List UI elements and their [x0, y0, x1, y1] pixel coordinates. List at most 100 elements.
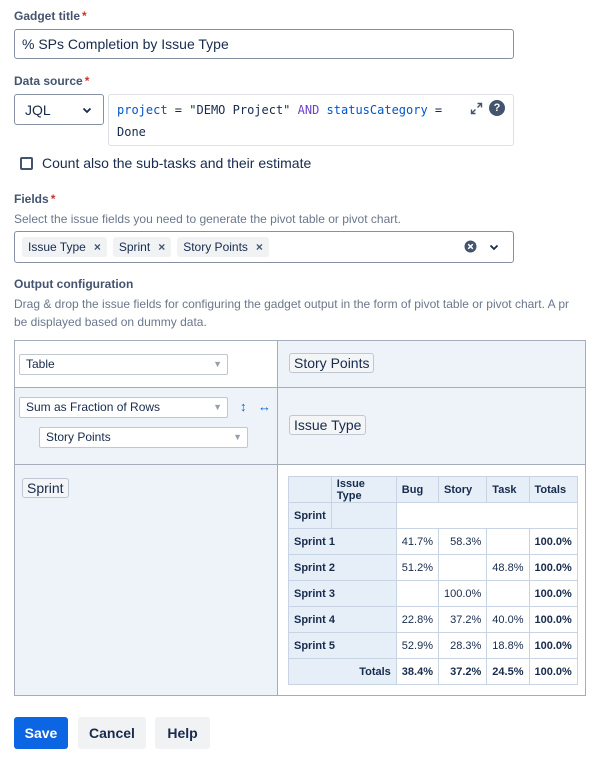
remove-tag-icon[interactable]: ×: [94, 240, 101, 254]
col-total-cell: 37.2%: [437, 658, 488, 685]
corner-cell: [288, 476, 332, 503]
row-axis-label: Sprint: [288, 502, 332, 529]
row-header: Sprint 2: [288, 554, 397, 581]
jql-token: "DEMO Project": [189, 103, 291, 117]
expand-icon[interactable]: [470, 102, 483, 115]
table-cell: 48.8%: [486, 554, 530, 581]
field-tag-sprint: Sprint ×: [112, 237, 172, 257]
table-cell: 52.9%: [395, 632, 439, 659]
aggregator-field-select[interactable]: Story Points ▼: [39, 427, 248, 448]
table-cell: 22.8%: [395, 606, 439, 633]
fields-help-text: Select the issue fields you need to gene…: [14, 212, 401, 226]
col-sort-icon[interactable]: ↔: [258, 399, 271, 414]
col-total-cell: 24.5%: [486, 658, 530, 685]
row-total-cell: 100.0%: [528, 580, 578, 607]
field-tag-label: Issue Type: [28, 240, 86, 254]
row-header: Sprint 3: [288, 580, 397, 607]
renderer-select[interactable]: Table ▼: [19, 354, 228, 375]
jql-query-editor[interactable]: project = "DEMO Project" AND statusCateg…: [108, 94, 514, 146]
gadget-title-value: % SPs Completion by Issue Type: [22, 36, 229, 52]
table-cell: [437, 554, 488, 581]
data-source-type-value: JQL: [25, 101, 51, 118]
table-cell: 100.0%: [437, 580, 488, 607]
jql-token: project: [117, 103, 168, 117]
field-tag-story-points: Story Points ×: [177, 237, 269, 257]
col-total-cell: 38.4%: [395, 658, 439, 685]
chevron-down-icon: [82, 107, 92, 113]
totals-row: Totals 38.4% 37.2% 24.5% 100.0%: [288, 658, 578, 685]
table-cell: [486, 528, 530, 555]
data-source-type-select[interactable]: JQL: [14, 94, 104, 125]
row-axis-field-pill[interactable]: Issue Type: [289, 415, 367, 435]
pill-label: Story Points: [289, 353, 375, 373]
dropdown-arrow-icon: ▼: [213, 359, 222, 369]
jql-token: =: [167, 103, 190, 117]
col-axis-label: Issue Type: [330, 476, 397, 503]
jql-token: =: [427, 103, 443, 117]
row-total-cell: 100.0%: [528, 632, 578, 659]
pivot-table: Issue Type Bug Story Task Totals Sprint …: [288, 476, 578, 685]
table-row: Sprint 3 100.0% 100.0%: [288, 580, 578, 607]
jql-token: Done: [117, 125, 146, 139]
table-cell: 41.7%: [395, 528, 439, 555]
totals-label: Totals: [288, 658, 397, 685]
table-cell: 51.2%: [395, 554, 439, 581]
pivot-table-container: Issue Type Bug Story Task Totals Sprint …: [288, 476, 578, 685]
aggregator-field-value: Story Points: [46, 430, 111, 444]
pill-label: Sprint: [22, 478, 69, 498]
clear-icon[interactable]: [464, 240, 477, 253]
pill-label: Issue Type: [289, 415, 367, 435]
row-header: Sprint 1: [288, 528, 397, 555]
column-field-pill[interactable]: Story Points: [289, 353, 375, 373]
table-row: Sprint 5 52.9% 28.3% 18.8% 100.0%: [288, 632, 578, 659]
col-header: Story: [437, 476, 488, 503]
subtasks-checkbox[interactable]: [20, 157, 33, 170]
row-total-cell: 100.0%: [528, 554, 578, 581]
fields-multiselect[interactable]: Issue Type × Sprint × Story Points ×: [14, 231, 514, 263]
row-total-cell: 100.0%: [528, 528, 578, 555]
row-fields-area[interactable]: [15, 465, 277, 695]
pivot-config-panel: Table ▼ Story Points Sum as Fraction of …: [14, 340, 586, 696]
output-config-label: Output configuration: [14, 277, 134, 291]
remove-tag-icon[interactable]: ×: [256, 240, 263, 254]
aggregator-select[interactable]: Sum as Fraction of Rows ▼: [19, 397, 228, 418]
subtasks-label: Count also the sub-tasks and their estim…: [42, 155, 312, 171]
field-tag-issue-type: Issue Type ×: [22, 237, 107, 257]
col-header: Task: [486, 476, 530, 503]
gadget-title-label: Gadget title *: [14, 9, 87, 23]
row-header: Sprint 4: [288, 606, 397, 633]
table-header-row: Sprint: [288, 502, 578, 529]
save-button[interactable]: Save: [14, 717, 68, 749]
table-row: Sprint 2 51.2% 48.8% 100.0%: [288, 554, 578, 581]
dropdown-arrow-icon: ▼: [233, 432, 242, 442]
table-row: Sprint 1 41.7% 58.3% 100.0%: [288, 528, 578, 555]
row-sort-icon[interactable]: ↕: [240, 399, 247, 414]
table-cell: [395, 580, 439, 607]
renderer-value: Table: [26, 357, 55, 371]
aggregator-value: Sum as Fraction of Rows: [26, 400, 161, 414]
table-row: Sprint 4 22.8% 37.2% 40.0% 100.0%: [288, 606, 578, 633]
row-field-pill[interactable]: Sprint: [22, 478, 69, 498]
jql-token: AND: [290, 103, 327, 117]
output-help-line2: be displayed based on dummy data.: [14, 315, 207, 329]
gadget-title-input[interactable]: % SPs Completion by Issue Type: [14, 29, 514, 59]
field-tag-label: Sprint: [118, 240, 151, 254]
grand-total-cell: 100.0%: [528, 658, 578, 685]
remove-tag-icon[interactable]: ×: [158, 240, 165, 254]
table-cell: [486, 580, 530, 607]
chevron-down-icon[interactable]: [488, 241, 500, 253]
question-icon[interactable]: ?: [489, 100, 505, 116]
blank-cell: [395, 502, 578, 529]
col-header: Totals: [528, 476, 578, 503]
field-tag-label: Story Points: [183, 240, 248, 254]
table-cell: 37.2%: [437, 606, 488, 633]
cancel-button[interactable]: Cancel: [78, 717, 146, 749]
table-cell: 18.8%: [486, 632, 530, 659]
table-header-row: Issue Type Bug Story Task Totals: [288, 476, 578, 503]
corner-cell: [330, 502, 397, 529]
row-total-cell: 100.0%: [528, 606, 578, 633]
output-help-line1: Drag & drop the issue fields for configu…: [14, 297, 569, 311]
table-cell: 28.3%: [437, 632, 488, 659]
help-button[interactable]: Help: [155, 717, 210, 749]
col-header: Bug: [395, 476, 439, 503]
